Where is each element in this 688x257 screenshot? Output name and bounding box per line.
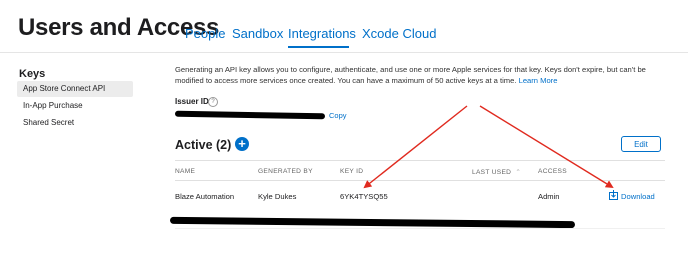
arrow-to-key-id (363, 105, 468, 189)
annotation-arrows (363, 105, 614, 189)
arrow-to-download (479, 105, 614, 189)
